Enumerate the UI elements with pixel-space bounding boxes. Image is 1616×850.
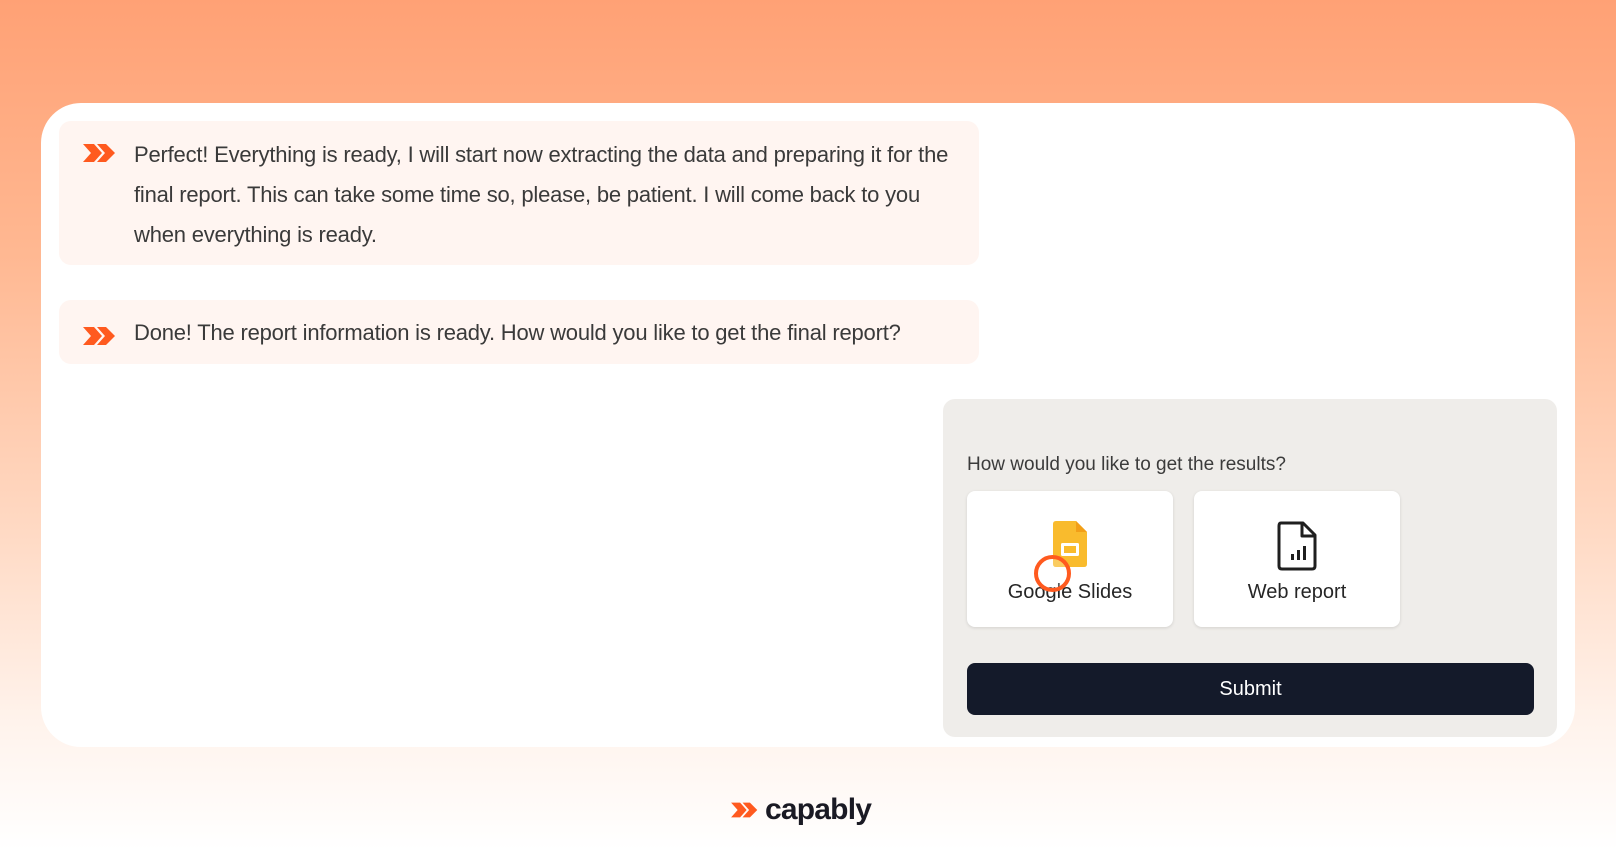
brand-logo: capably <box>731 793 872 827</box>
form-question: How would you like to get the results? <box>967 454 1286 475</box>
assistant-message: Done! The report information is ready. H… <box>59 300 979 364</box>
assistant-message: Perfect! Everything is ready, I will sta… <box>59 121 979 265</box>
option-web-report[interactable]: Web report <box>1194 491 1400 627</box>
capably-logo-icon <box>731 802 758 818</box>
brand-name: capably <box>765 793 872 826</box>
message-text: Perfect! Everything is ready, I will sta… <box>134 142 949 247</box>
click-indicator <box>1034 555 1071 592</box>
option-label: Google Slides <box>1007 581 1133 603</box>
report-document-icon <box>1277 521 1317 571</box>
output-format-form: How would you like to get the results? G… <box>943 399 1557 737</box>
capably-logo-icon <box>83 327 115 345</box>
capably-logo-icon <box>83 144 115 162</box>
option-label: Web report <box>1247 581 1347 603</box>
option-google-slides[interactable]: Google Slides <box>967 491 1173 627</box>
submit-button[interactable]: Submit <box>967 663 1534 715</box>
message-text: Done! The report information is ready. H… <box>134 320 901 345</box>
chat-card: Perfect! Everything is ready, I will sta… <box>41 103 1575 747</box>
